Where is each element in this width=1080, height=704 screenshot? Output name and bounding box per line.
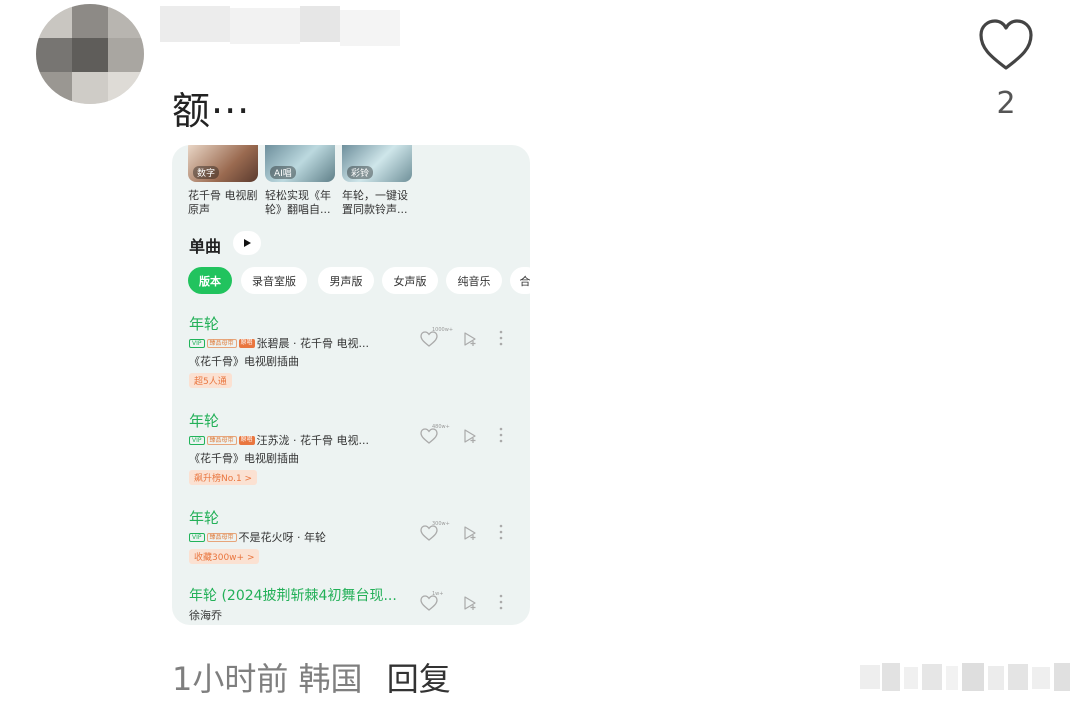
thumbnail-1: 数字: [188, 145, 258, 182]
heart-icon[interactable]: [420, 428, 438, 444]
download-icon[interactable]: [462, 525, 478, 541]
download-icon[interactable]: [462, 428, 478, 444]
chip-instrumental[interactable]: 纯音乐: [446, 267, 502, 294]
heart-icon[interactable]: [420, 331, 438, 347]
like-count-small: 1000w+: [432, 327, 454, 333]
song-title: 年轮 (2024披荆斩棘4初舞台现...: [189, 588, 397, 604]
heart-icon[interactable]: [420, 525, 438, 541]
more-icon[interactable]: [498, 593, 504, 611]
thumbnail-tag: AI唱: [270, 166, 296, 179]
song-meta: VIP 臻品母带 原唱 张碧晨 · 花千骨 电视...: [189, 335, 369, 351]
song-tag: 收藏300w+ >: [189, 549, 260, 564]
reply-button[interactable]: 回复: [387, 660, 451, 698]
heart-icon[interactable]: [420, 595, 438, 611]
song-row[interactable]: 年轮 VIP 臻品母带 原唱 张碧晨 · 花千骨 电视... 《花千骨》电视剧插…: [172, 313, 530, 393]
vip-badge: VIP: [189, 435, 205, 445]
thumbnail-row: 数字 AI唱 彩铃: [188, 145, 518, 185]
blurred-watermark: [860, 663, 1070, 691]
quality-badge: 臻品母带: [206, 338, 237, 348]
song-tag: 飙升榜No.1 >: [189, 470, 258, 485]
comment-footer: 1小时前 韩国 回复: [172, 654, 451, 700]
comment-location: 韩国: [298, 660, 363, 698]
chip-more[interactable]: 合: [510, 267, 530, 294]
play-icon: [244, 239, 251, 247]
download-icon[interactable]: [462, 595, 478, 611]
song-subtitle: 《花千骨》电视剧插曲: [189, 452, 299, 465]
vip-badge: VIP: [189, 338, 205, 348]
play-button[interactable]: [233, 231, 261, 255]
song-row[interactable]: 年轮 VIP 臻品母带 原唱 汪苏泷 · 花千骨 电视... 《花千骨》电视剧插…: [172, 410, 530, 490]
song-actions: 300w+: [420, 521, 516, 545]
username-blurred[interactable]: [160, 6, 410, 46]
thumbnail-caption: 花千骨 电视剧原声: [188, 189, 258, 216]
song-title: 年轮: [189, 315, 220, 333]
thumbnail-3: 彩铃: [342, 145, 412, 182]
original-badge: 原唱: [238, 338, 255, 348]
song-meta: VIP 臻品母带 不是花火呀 · 年轮: [189, 529, 326, 545]
like-count-small: 1w+: [432, 591, 444, 597]
comment-time: 1小时前: [172, 660, 289, 698]
attached-screenshot[interactable]: 数字 AI唱 彩铃 花千骨 电视剧原声 轻松实现《年轮》翻唱自... 年轮，一键…: [172, 145, 530, 625]
song-actions: 1000w+: [420, 327, 516, 351]
quality-badge: 臻品母带: [206, 435, 237, 445]
song-artist-album: 张碧晨 · 花千骨 电视...: [256, 337, 370, 350]
vip-badge: VIP: [189, 532, 205, 542]
song-artist: 徐海乔: [189, 609, 222, 622]
thumbnail-2: AI唱: [265, 145, 335, 182]
song-artist-album: 汪苏泷 · 花千骨 电视...: [256, 434, 370, 447]
more-icon[interactable]: [498, 523, 504, 541]
thumbnail-caption: 年轮，一键设置同款铃声...: [342, 189, 408, 216]
song-row[interactable]: 年轮 (2024披荆斩棘4初舞台现... 徐海乔 1w+: [172, 585, 530, 625]
song-actions: 480w+: [420, 424, 516, 448]
like-count: 2: [996, 86, 1016, 121]
song-artist-album: 不是花火呀 · 年轮: [238, 531, 327, 544]
chip-version[interactable]: 版本: [188, 267, 232, 294]
thumbnail-tag: 数字: [193, 166, 220, 179]
song-actions: 1w+: [420, 591, 516, 615]
download-icon[interactable]: [462, 331, 478, 347]
chip-female[interactable]: 女声版: [382, 267, 438, 294]
song-row[interactable]: 年轮 VIP 臻品母带 不是花火呀 · 年轮 收藏300w+ > 300w+: [172, 507, 530, 569]
song-title: 年轮: [189, 412, 220, 430]
song-meta: VIP 臻品母带 原唱 汪苏泷 · 花千骨 电视...: [189, 432, 369, 448]
more-icon[interactable]: [498, 426, 504, 444]
section-title: 单曲: [189, 237, 222, 256]
like-count-small: 480w+: [432, 424, 450, 430]
quality-badge: 臻品母带: [206, 532, 237, 542]
avatar[interactable]: [36, 4, 144, 104]
thumbnail-caption: 轻松实现《年轮》翻唱自...: [265, 189, 331, 216]
chip-studio[interactable]: 录音室版: [241, 267, 307, 294]
version-filter-chips: 版本 录音室版 男声版 女声版 纯音乐 合: [188, 267, 530, 295]
song-subtitle: 《花千骨》电视剧插曲: [189, 355, 299, 368]
thumbnail-tag: 彩铃: [347, 166, 374, 179]
more-icon[interactable]: [498, 329, 504, 347]
song-tag: 超5人通: [189, 373, 232, 388]
song-title: 年轮: [189, 509, 220, 527]
song-meta: 徐海乔: [189, 607, 222, 623]
comment-text: 额···: [172, 89, 251, 133]
like-count-small: 300w+: [432, 521, 450, 527]
heart-icon[interactable]: [978, 18, 1034, 72]
original-badge: 原唱: [238, 435, 255, 445]
chip-male[interactable]: 男声版: [318, 267, 374, 294]
